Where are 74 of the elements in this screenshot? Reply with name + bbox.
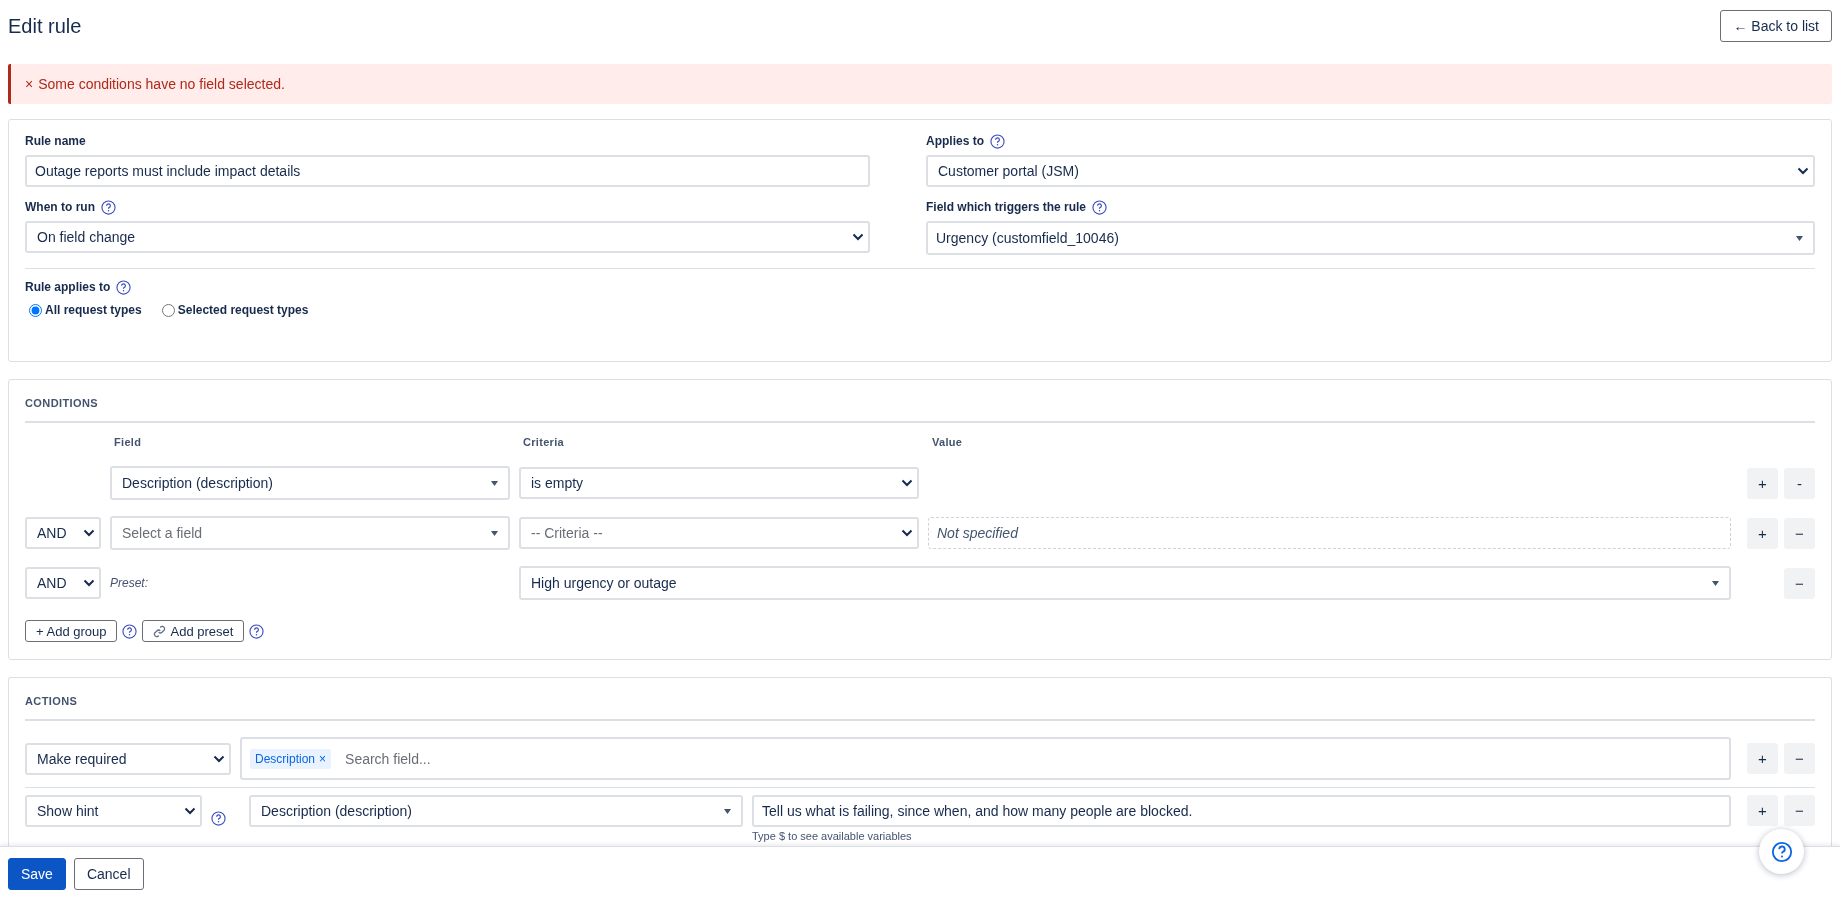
caret-icon (724, 808, 731, 814)
caret-icon (491, 530, 498, 536)
column-header: Field (113, 435, 143, 450)
add-button[interactable]: + (1747, 795, 1778, 826)
field-label: When to run (25, 200, 95, 214)
field-label: Rule applies to (25, 280, 111, 294)
caret-icon (1796, 235, 1803, 241)
applies-to-select[interactable]: Customer portal (JSM) (926, 155, 1815, 187)
rule-name-input[interactable]: Outage reports must include impact details (25, 155, 870, 187)
chevron-down-icon (83, 579, 95, 587)
criteria-select[interactable]: -- Criteria -- (519, 517, 919, 549)
hint-input[interactable]: Tell us what is failing, since when, and how many people are blocked. (752, 795, 1731, 827)
chevron-down-icon (901, 479, 913, 487)
add-group-button[interactable]: + Add group (25, 620, 118, 642)
section-title: CONDITIONS (25, 396, 100, 411)
add-button[interactable]: + (1747, 743, 1778, 774)
field-picker[interactable]: Description × Search field... (240, 737, 1731, 780)
chevron-down-icon (852, 233, 864, 241)
error-icon: × (25, 76, 34, 92)
field-tag: Description × (250, 748, 332, 769)
remove-button[interactable]: - (1784, 467, 1815, 499)
save-button[interactable]: Save (8, 857, 66, 890)
help-icon[interactable] (116, 279, 132, 295)
section-title: ACTIONS (25, 694, 79, 709)
chevron-down-icon (184, 807, 196, 815)
action-select[interactable]: Show hint (25, 795, 202, 827)
preset-select[interactable]: High urgency or outage (519, 566, 1731, 600)
trigger-field-select[interactable]: Urgency (customfield_10046) (926, 221, 1815, 255)
page-title: Edit rule (8, 14, 82, 38)
value-placeholder[interactable]: Not specified (928, 517, 1731, 549)
chevron-down-icon (1797, 167, 1809, 175)
cancel-button[interactable]: Cancel (73, 857, 144, 890)
help-icon[interactable] (249, 623, 265, 639)
field-select[interactable]: Description (description) (249, 795, 743, 827)
help-icon[interactable] (122, 623, 138, 639)
field-label: Field which triggers the rule (926, 200, 1087, 214)
remove-button[interactable]: − (1784, 743, 1815, 774)
chevron-down-icon (213, 754, 225, 763)
remove-button[interactable]: − (1784, 517, 1815, 549)
add-preset-button[interactable]: Add preset (142, 620, 245, 642)
back-button[interactable]: ← Back to list (1720, 10, 1832, 42)
column-header: Value (931, 435, 964, 450)
criteria-select[interactable]: is empty (519, 467, 919, 499)
operator-select[interactable]: AND (25, 517, 101, 549)
field-select[interactable]: Select a field (110, 516, 510, 550)
operator-select[interactable]: AND (25, 567, 101, 599)
field-select[interactable]: Description (description) (110, 466, 510, 500)
remove-tag-button[interactable]: × (319, 751, 327, 766)
column-header: Criteria (522, 435, 565, 450)
field-label: Rule name (25, 134, 86, 148)
radio-button[interactable] (161, 303, 175, 317)
radio-label: All request types (45, 303, 142, 317)
chevron-down-icon (901, 529, 913, 537)
field-label: Applies to (926, 134, 984, 148)
link-icon (153, 624, 167, 638)
help-icon[interactable] (990, 133, 1005, 149)
hint-note: Type $ to see available variables (752, 830, 913, 842)
radio-label: Selected request types (177, 303, 309, 317)
remove-button[interactable]: − (1784, 795, 1815, 826)
error-message: Some conditions have no field selected. (38, 76, 285, 92)
preset-label: Preset: (110, 576, 149, 590)
when-to-run-select[interactable]: On field change (25, 221, 870, 253)
add-button[interactable]: + (1747, 517, 1778, 549)
radio-button[interactable] (29, 303, 42, 317)
help-icon[interactable] (101, 199, 116, 215)
help-icon (1770, 840, 1793, 863)
caret-icon (1712, 580, 1719, 586)
remove-button[interactable]: − (1784, 567, 1815, 599)
add-button[interactable]: + (1747, 467, 1778, 499)
chevron-down-icon (83, 529, 95, 537)
help-icon[interactable] (1092, 199, 1108, 215)
caret-icon (491, 480, 498, 486)
help-icon[interactable] (211, 811, 226, 826)
action-select[interactable]: Make required (25, 742, 231, 775)
